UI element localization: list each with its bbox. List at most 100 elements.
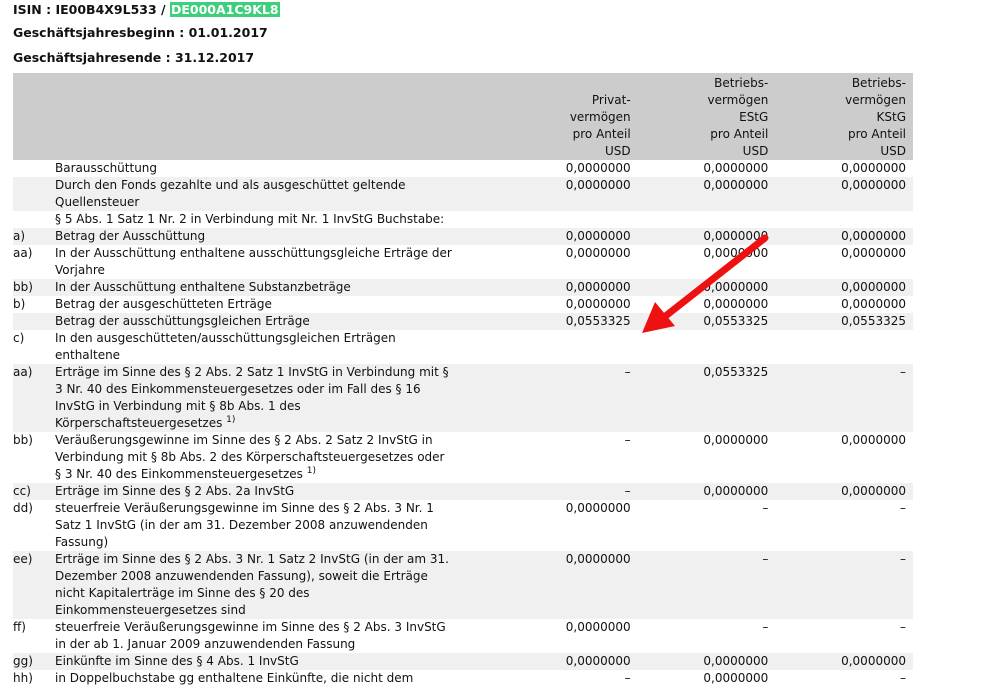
table-row: cc) Erträge im Sinne des § 2 Abs. 2a InvS… <box>13 483 913 500</box>
row-label: ee) <box>13 552 33 566</box>
row-value-2: 0,0000000 <box>841 246 906 260</box>
row-description-text: In den ausgeschütteten/ausschüttungsglei… <box>55 331 396 362</box>
row-label: dd) <box>13 501 33 515</box>
row-description: In den ausgeschütteten/ausschüttungsglei… <box>55 330 500 364</box>
table-row: aa) In der Ausschüttung enthaltene aussch… <box>13 245 913 279</box>
row-description: In der Ausschüttung enthaltene ausschütt… <box>55 245 500 279</box>
row-value-1: 0,0000000 <box>703 433 769 447</box>
row-description: Veräußerungsgewinne im Sinne des § 2 Abs… <box>55 432 500 483</box>
row-description-text: steuerfreie Veräußerungsgewinne im Sinne… <box>55 501 434 549</box>
row-label: cc) <box>13 484 31 498</box>
row-value-1: 0,0000000 <box>703 654 769 668</box>
fiscal-year-start: Geschäftsjahresbeginn : 01.01.2017 <box>13 25 268 40</box>
table-row: ff) steuerfreie Veräußerungsgewinne im Si… <box>13 619 913 653</box>
row-label <box>13 211 55 228</box>
row-value-1: 0,0000000 <box>703 297 769 311</box>
row-description-text: Erträge im Sinne des § 2 Abs. 2 Satz 1 I… <box>55 365 449 430</box>
tax-data-table: Privat- vermögen pro Anteil USD Betriebs… <box>13 73 913 687</box>
row-value-1 <box>638 330 776 364</box>
row-description-text: Barausschüttung <box>55 161 158 175</box>
row-value-2: 0,0553325 <box>841 314 906 328</box>
table-row: c) In den ausgeschütteten/ausschüttungsgl… <box>13 330 913 364</box>
row-value-0 <box>500 211 638 228</box>
row-value-0: 0,0000000 <box>565 654 631 668</box>
row-description: Erträge im Sinne des § 2 Abs. 2a InvStG <box>55 483 500 500</box>
row-value-2: 0,0000000 <box>841 229 906 243</box>
table-row: bb) Veräußerungsgewinne im Sinne des § 2 … <box>13 432 913 483</box>
row-value-0: 0,0000000 <box>565 161 631 175</box>
row-label: aa) <box>13 365 33 379</box>
header-privatvermoegen: Privat- vermögen pro Anteil USD <box>500 73 638 160</box>
row-value-2: 0,0000000 <box>841 654 906 668</box>
row-value-1: – <box>762 552 769 566</box>
table-row: gg) Einkünfte im Sinne des § 4 Abs. 1 Inv… <box>13 653 913 670</box>
row-description-text: Einkünfte im Sinne des § 4 Abs. 1 InvStG <box>55 654 299 668</box>
row-description: Betrag der ausgeschütteten Erträge <box>55 296 500 313</box>
row-value-0: 0,0000000 <box>565 620 631 634</box>
row-description-text: § 5 Abs. 1 Satz 1 Nr. 2 in Verbindung mi… <box>55 212 445 226</box>
table-row: Betrag der ausschüttungsgleichen Erträge… <box>13 313 913 330</box>
row-value-2: – <box>900 365 906 379</box>
row-value-0: 0,0000000 <box>565 297 631 311</box>
row-value-2: – <box>900 671 906 685</box>
table-row: aa) Erträge im Sinne des § 2 Abs. 2 Satz … <box>13 364 913 432</box>
footnote-marker: 1) <box>226 415 236 425</box>
table-row: a) Betrag der Ausschüttung 0,0000000 0,0000… <box>13 228 913 245</box>
row-value-0: 0,0000000 <box>565 229 631 243</box>
row-value-1: 0,0000000 <box>703 484 769 498</box>
row-description-text: Durch den Fonds gezahlte und als ausgesc… <box>55 178 406 209</box>
row-value-1: – <box>762 620 769 634</box>
row-value-2: 0,0000000 <box>841 297 906 311</box>
row-description: steuerfreie Veräußerungsgewinne im Sinne… <box>55 500 500 551</box>
table-row: dd) steuerfreie Veräußerungsgewinne im Si… <box>13 500 913 551</box>
row-label: aa) <box>13 246 33 260</box>
row-value-0: – <box>624 671 631 685</box>
row-description: Barausschüttung <box>55 160 500 177</box>
row-description: Einkünfte im Sinne des § 4 Abs. 1 InvStG <box>55 653 500 670</box>
row-description-text: Erträge im Sinne des § 2 Abs. 3 Nr. 1 Sa… <box>55 552 449 617</box>
row-description: Erträge im Sinne des § 2 Abs. 3 Nr. 1 Sa… <box>55 551 500 619</box>
table-row: Durch den Fonds gezahlte und als ausgesc… <box>13 177 913 211</box>
row-label: bb) <box>13 433 33 447</box>
row-description-text: steuerfreie Veräußerungsgewinne im Sinne… <box>55 620 446 651</box>
row-value-2: – <box>900 552 906 566</box>
row-value-0: 0,0000000 <box>565 246 631 260</box>
row-description-text: In der Ausschüttung enthaltene ausschütt… <box>55 246 452 277</box>
header-desc-col <box>55 73 500 160</box>
row-value-2 <box>775 211 913 228</box>
row-description: Betrag der ausschüttungsgleichen Erträge <box>55 313 500 330</box>
row-value-0: 0,0000000 <box>565 552 631 566</box>
row-value-0: 0,0553325 <box>565 314 631 328</box>
row-value-2: – <box>900 501 906 515</box>
row-value-1: 0,0000000 <box>703 280 769 294</box>
fiscal-year-end: Geschäftsjahresende : 31.12.2017 <box>13 50 255 65</box>
row-label: a) <box>13 229 26 243</box>
row-description-text: In der Ausschüttung enthaltene Substanzb… <box>55 280 351 294</box>
row-description-text: in Doppelbuchstabe gg enthaltene Einkünf… <box>55 671 414 685</box>
table-row: hh) in Doppelbuchstabe gg enthaltene Eink… <box>13 670 913 687</box>
row-description: Erträge im Sinne des § 2 Abs. 2 Satz 1 I… <box>55 364 500 432</box>
table-row: b) Betrag der ausgeschütteten Erträge 0,00… <box>13 296 913 313</box>
table-header: Privat- vermögen pro Anteil USD Betriebs… <box>13 73 913 160</box>
table-row: § 5 Abs. 1 Satz 1 Nr. 2 in Verbindung mi… <box>13 211 913 228</box>
row-description-text: Betrag der ausgeschütteten Erträge <box>55 297 272 311</box>
row-label: hh) <box>13 671 33 685</box>
row-value-0: – <box>624 433 631 447</box>
header-betriebsvermoegen-kstg: Betriebs- vermögen KStG pro Anteil USD <box>775 73 913 160</box>
row-value-1: 0,0000000 <box>703 161 769 175</box>
table-row: ee) Erträge im Sinne des § 2 Abs. 3 Nr. 1… <box>13 551 913 619</box>
row-description-text: Betrag der ausschüttungsgleichen Erträge <box>55 314 310 328</box>
row-label <box>13 177 55 211</box>
footnote-marker: 1) <box>306 466 317 476</box>
row-value-1: 0,0000000 <box>703 178 769 192</box>
row-value-0: – <box>624 484 631 498</box>
row-value-0: 0,0000000 <box>565 501 631 515</box>
row-description: In der Ausschüttung enthaltene Substanzb… <box>55 279 500 296</box>
table-row: Barausschüttung 0,0000000 0,0000000 0,00000… <box>13 160 913 177</box>
row-label: c) <box>13 331 25 345</box>
row-value-1: – <box>762 501 769 515</box>
row-value-2: 0,0000000 <box>841 161 906 175</box>
row-value-2: 0,0000000 <box>841 178 906 192</box>
isin-highlight: DE000A1C9KL8 <box>169 2 280 17</box>
row-value-1 <box>638 211 776 228</box>
